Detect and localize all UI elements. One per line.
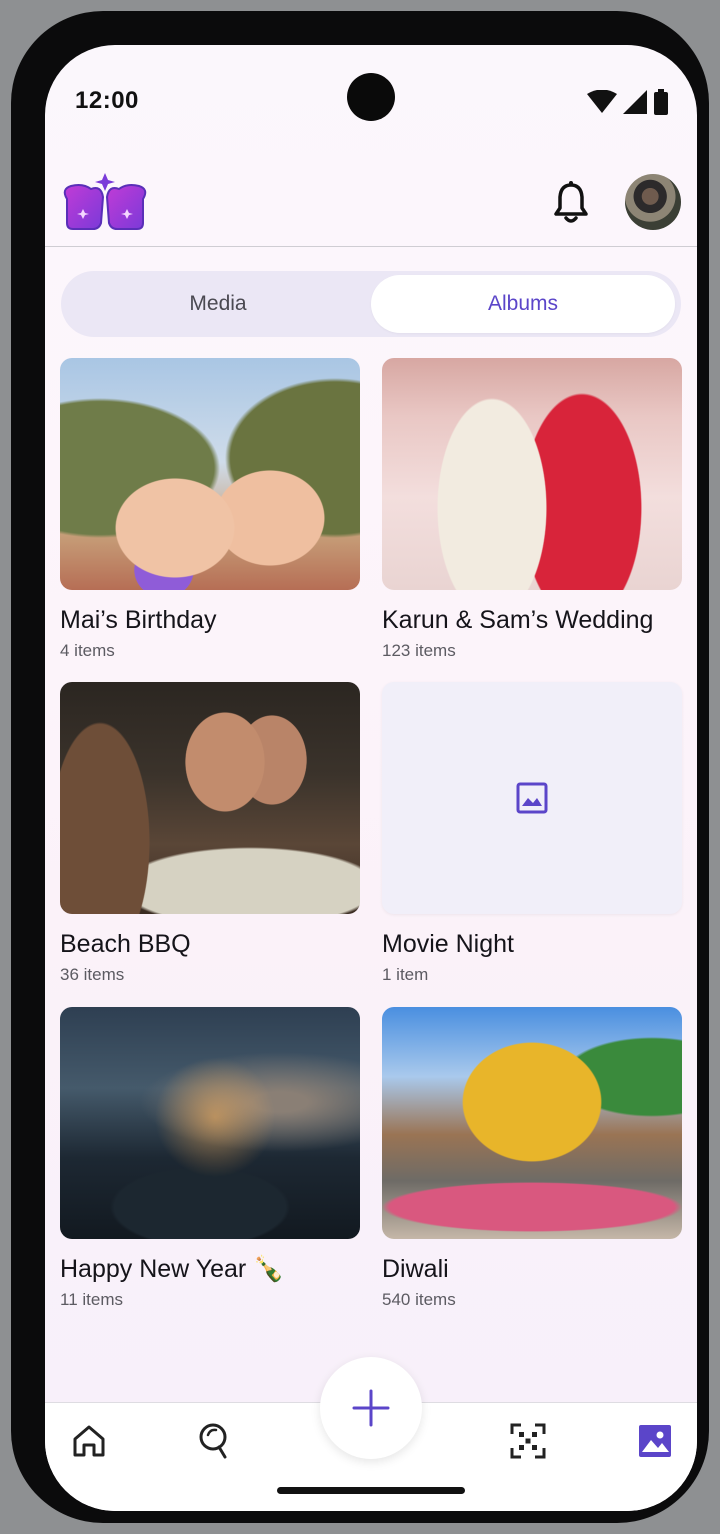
front-camera — [347, 73, 395, 121]
nav-scan[interactable] — [508, 1421, 548, 1461]
album-card[interactable]: Beach BBQ 36 items — [60, 682, 360, 985]
battery-icon — [654, 89, 668, 115]
album-cover-image — [60, 358, 360, 590]
status-icons — [587, 89, 669, 115]
album-card[interactable]: Diwali 540 items — [382, 1007, 682, 1310]
album-card[interactable]: Happy New Year 🍾 11 items — [60, 1007, 360, 1310]
view-switcher: Media Albums — [61, 271, 681, 337]
status-time: 12:00 — [75, 87, 139, 114]
phone-frame: 12:00 Media Albums Mai’s Birthday 4 item… — [11, 11, 709, 1523]
cellular-signal-icon — [623, 90, 647, 114]
wifi-icon — [587, 90, 617, 113]
album-cover-image — [382, 358, 682, 590]
album-card[interactable]: Karun & Sam’s Wedding 123 items — [382, 358, 682, 661]
album-title: Beach BBQ — [60, 930, 191, 958]
scan-icon — [510, 1423, 546, 1459]
tab-media[interactable]: Media — [65, 275, 371, 333]
album-cover-placeholder — [382, 682, 682, 914]
album-title: Movie Night — [382, 930, 514, 958]
image-placeholder-icon — [516, 782, 548, 814]
nav-albums[interactable] — [635, 1421, 675, 1461]
album-title: Happy New Year 🍾 — [60, 1255, 285, 1283]
app-screen: 12:00 Media Albums Mai’s Birthday 4 item… — [45, 45, 697, 1511]
home-indicator[interactable] — [277, 1487, 465, 1494]
album-item-count: 1 item — [382, 965, 429, 984]
album-item-count: 123 items — [382, 641, 456, 660]
bell-icon — [554, 181, 588, 223]
album-cover-image — [60, 1007, 360, 1239]
album-title: Mai’s Birthday — [60, 606, 217, 634]
app-logo[interactable] — [59, 169, 151, 240]
album-item-count: 36 items — [60, 965, 125, 984]
albums-icon — [639, 1425, 671, 1457]
add-icon — [352, 1389, 390, 1427]
nav-explore[interactable] — [195, 1421, 235, 1461]
add-button[interactable] — [320, 1357, 422, 1459]
crown-toast-logo-icon — [63, 173, 147, 230]
explore-icon — [199, 1423, 227, 1459]
home-icon — [73, 1425, 105, 1457]
nav-home[interactable] — [69, 1421, 109, 1461]
album-card[interactable]: Movie Night 1 item — [382, 682, 682, 985]
user-avatar[interactable] — [625, 174, 681, 230]
album-title: Karun & Sam’s Wedding — [382, 606, 654, 634]
album-cover-image — [60, 682, 360, 914]
album-title: Diwali — [382, 1255, 449, 1283]
album-item-count: 11 items — [60, 1290, 123, 1309]
app-header — [45, 165, 697, 247]
album-card[interactable]: Mai’s Birthday 4 items — [60, 358, 360, 661]
tab-albums[interactable]: Albums — [371, 275, 675, 333]
album-cover-image — [382, 1007, 682, 1239]
album-item-count: 4 items — [60, 641, 115, 660]
album-item-count: 540 items — [382, 1290, 456, 1309]
notifications-button[interactable] — [551, 181, 591, 230]
